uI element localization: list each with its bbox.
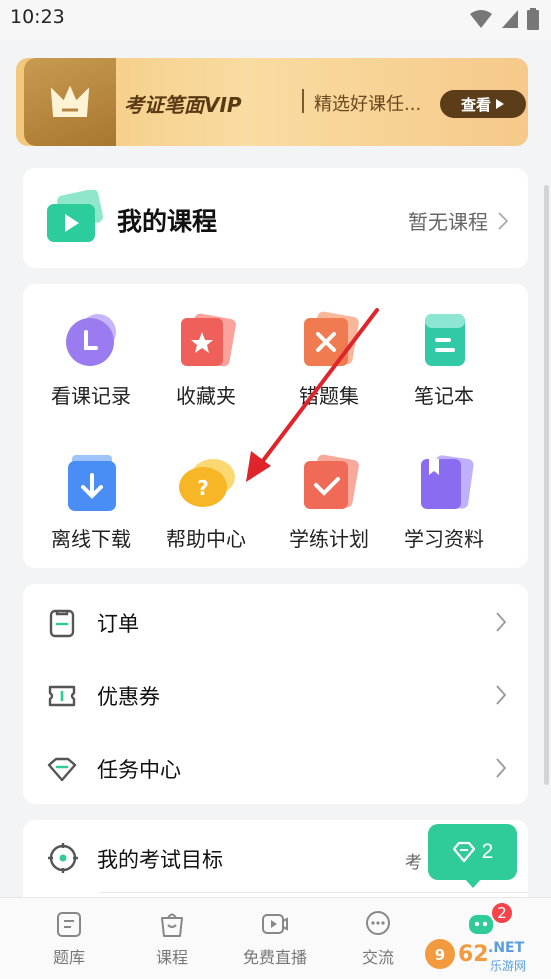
vip-view-label: 查看 — [460, 96, 491, 114]
svg-text:?: ? — [197, 476, 209, 500]
wifi-icon — [470, 10, 492, 28]
tab-community[interactable]: 交流 — [323, 898, 433, 979]
study-materials-icon — [421, 455, 474, 509]
chat-bubble-icon — [366, 911, 390, 935]
grid-item-history[interactable]: 看课记录 — [36, 284, 146, 414]
vip-divider — [302, 89, 304, 113]
menu-row-orders[interactable]: 订单 — [23, 586, 528, 658]
tab-courses[interactable]: 课程 — [117, 898, 227, 979]
study-plan-check-icon — [304, 454, 359, 509]
floating-task-count: 2 — [481, 840, 494, 863]
exam-goal-label: 我的考试目标 — [97, 848, 223, 872]
tab-label-community: 交流 — [361, 948, 394, 967]
grid-item-offline-download[interactable]: 离线下载 — [36, 427, 146, 557]
course-play-icon — [47, 190, 103, 242]
course-bag-icon — [161, 913, 183, 937]
grid-label-history: 看课记录 — [51, 384, 131, 408]
my-course-title: 我的课程 — [117, 207, 218, 236]
question-bank-icon — [57, 912, 81, 937]
chevron-right-icon — [496, 612, 506, 632]
battery-icon — [527, 8, 539, 30]
wrong-questions-icon — [304, 311, 359, 366]
tab-label-question-bank: 题库 — [52, 948, 85, 967]
grid-label-offline-download: 离线下载 — [51, 527, 131, 551]
target-crosshair-icon — [48, 843, 78, 873]
site-watermark-logo: 9 62 .NET 乐游网 — [425, 939, 526, 973]
floating-button-tail — [464, 878, 482, 888]
grid-item-favorites[interactable]: 收藏夹 — [151, 284, 261, 414]
tab-free-live[interactable]: 免费直播 — [220, 898, 330, 979]
tab-label-courses: 课程 — [155, 948, 188, 967]
help-question-icon: ? — [179, 459, 235, 507]
status-icons — [469, 8, 539, 30]
menu-label-task-center: 任务中心 — [97, 758, 181, 782]
order-clipboard-icon — [49, 609, 75, 638]
tools-grid-card: 看课记录 收藏夹 错题集 笔记本 离线下载 ? 帮助中心 学练计划 学习资料 — [23, 284, 528, 568]
vip-crown-badge — [24, 58, 116, 146]
offline-download-icon — [68, 455, 116, 511]
grid-label-study-materials: 学习资料 — [404, 527, 484, 551]
my-course-status-text: 暂无课程 — [408, 210, 488, 234]
diamond-icon — [452, 841, 475, 863]
my-course-status[interactable]: 暂无课程 — [408, 206, 508, 235]
floating-task-button[interactable]: 2 — [428, 824, 517, 880]
grid-item-wrong-questions[interactable]: 错题集 — [274, 284, 384, 414]
grid-label-notebook: 笔记本 — [414, 384, 474, 408]
vip-subtitle: 精选好课任... — [314, 94, 422, 115]
exam-goal-divider — [99, 892, 528, 893]
tab-label-free-live: 免费直播 — [242, 948, 307, 967]
live-video-icon — [262, 914, 288, 934]
status-bar: 10:23 — [0, 0, 551, 40]
grid-item-study-plan[interactable]: 学练计划 — [274, 427, 384, 557]
notebook-icon — [425, 314, 465, 366]
history-clock-icon — [66, 314, 116, 366]
scrollbar[interactable] — [544, 185, 549, 785]
menu-row-task-center[interactable]: 任务中心 — [23, 732, 528, 804]
grid-item-help-center[interactable]: ? 帮助中心 — [151, 427, 261, 557]
tab-question-bank[interactable]: 题库 — [14, 898, 124, 979]
grid-label-study-plan: 学练计划 — [289, 527, 369, 551]
grid-label-help-center: 帮助中心 — [166, 527, 246, 551]
grid-item-notebook[interactable]: 笔记本 — [389, 284, 499, 414]
grid-item-study-materials[interactable]: 学习资料 — [389, 427, 499, 557]
chevron-right-icon — [496, 685, 506, 705]
vip-title: 考证笔面VIP — [124, 93, 242, 117]
play-arrow-icon — [496, 99, 504, 109]
coupon-ticket-icon — [48, 685, 76, 707]
menu-card: 订单 优惠券 任务中心 — [23, 584, 528, 804]
favorites-star-icon — [181, 313, 236, 367]
menu-label-coupons: 优惠券 — [97, 685, 160, 709]
svg-text:乐游网: 乐游网 — [490, 959, 526, 973]
vip-view-button[interactable]: 查看 — [440, 90, 526, 118]
grid-label-wrong-questions: 错题集 — [299, 384, 359, 408]
menu-label-orders: 订单 — [97, 612, 139, 636]
status-time: 10:23 — [10, 6, 65, 28]
task-diamond-icon — [47, 757, 77, 782]
chevron-right-icon — [496, 758, 506, 778]
my-course-card[interactable]: 我的课程 暂无课程 — [23, 168, 528, 268]
chevron-right-icon — [498, 211, 508, 230]
svg-text:.NET: .NET — [488, 940, 525, 956]
svg-text:9: 9 — [435, 946, 445, 964]
svg-text:62: 62 — [458, 942, 489, 967]
exam-goal-value: 考 — [405, 853, 422, 873]
crown-icon — [50, 85, 90, 117]
menu-row-coupons[interactable]: 优惠券 — [23, 659, 528, 731]
grid-label-favorites: 收藏夹 — [176, 384, 236, 408]
profile-notification-badge: 2 — [490, 901, 514, 925]
cellular-signal-icon — [502, 10, 518, 28]
vip-banner[interactable]: 考证笔面VIP 精选好课任... 查看 — [16, 58, 528, 146]
